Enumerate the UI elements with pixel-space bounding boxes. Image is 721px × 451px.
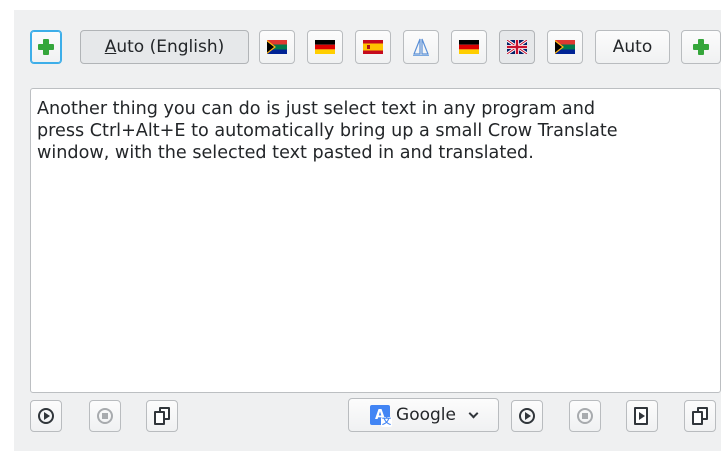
south-africa-flag-icon xyxy=(555,40,575,54)
swap-languages-button[interactable] xyxy=(403,30,439,64)
target-auto-language-button[interactable]: Auto xyxy=(595,30,670,64)
germany-flag-icon xyxy=(459,40,479,54)
copy-source-button[interactable] xyxy=(146,400,178,432)
stop-source-button[interactable] xyxy=(89,400,121,432)
copy-icon xyxy=(154,407,170,425)
plus-icon xyxy=(38,39,54,55)
play-source-button[interactable] xyxy=(30,400,62,432)
spain-flag-icon xyxy=(363,40,383,54)
target-language-south-africa-button[interactable] xyxy=(547,30,583,64)
target-auto-label: Auto xyxy=(612,37,653,57)
plus-icon xyxy=(693,39,709,55)
swap-languages-icon xyxy=(413,38,429,56)
target-language-united-kingdom-button[interactable] xyxy=(499,30,535,64)
stop-translation-button[interactable] xyxy=(569,400,601,432)
source-language-south-africa-button[interactable] xyxy=(259,30,295,64)
auto-detect-language-button[interactable]: Auto (English) xyxy=(80,30,249,64)
engine-label: Google xyxy=(396,405,456,425)
auto-detect-label: Auto (English) xyxy=(104,37,225,57)
translator-window: Auto (English) Auto Another thing you ca… xyxy=(14,10,721,451)
copy-translation-button[interactable] xyxy=(684,400,716,432)
translation-engine-select[interactable]: A文 Google xyxy=(348,398,499,432)
source-language-germany-button[interactable] xyxy=(307,30,343,64)
stop-icon xyxy=(577,408,593,424)
united-kingdom-flag-icon xyxy=(507,40,527,54)
source-language-spain-button[interactable] xyxy=(355,30,391,64)
source-text-editor[interactable]: Another thing you can do is just select … xyxy=(30,88,721,393)
add-source-language-button[interactable] xyxy=(30,30,62,64)
copy-icon xyxy=(692,407,708,425)
chevron-down-icon xyxy=(468,408,479,418)
add-target-language-button[interactable] xyxy=(681,30,721,64)
stop-icon xyxy=(97,408,113,424)
play-icon xyxy=(38,408,54,424)
target-language-germany-button[interactable] xyxy=(451,30,487,64)
germany-flag-icon xyxy=(315,40,335,54)
google-translate-icon: A文 xyxy=(370,405,393,427)
copy-translation-text-button[interactable] xyxy=(626,400,658,432)
play-icon xyxy=(519,408,535,424)
south-africa-flag-icon xyxy=(267,40,287,54)
copy-to-source-icon xyxy=(634,407,650,425)
play-translation-button[interactable] xyxy=(511,400,543,432)
